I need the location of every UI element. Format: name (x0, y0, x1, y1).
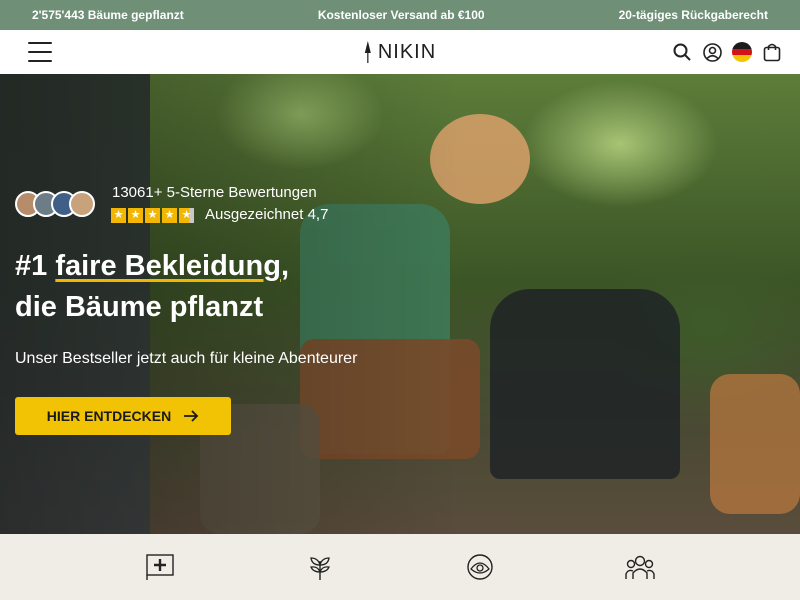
reviewer-avatars (15, 191, 95, 217)
discover-button-label: HIER ENTDECKEN (46, 408, 172, 424)
rating-count: 13061+ 5-Sterne Bewertungen (112, 184, 317, 201)
discover-button[interactable]: HIER ENTDECKEN (15, 397, 231, 435)
eco-label-icon (465, 552, 495, 582)
avatar (69, 191, 95, 217)
site-header: NIKIN (0, 30, 800, 74)
star-icon: ★ (162, 208, 177, 223)
search-icon[interactable] (672, 42, 692, 62)
headline-prefix: #1 (15, 250, 56, 282)
germany-flag-icon[interactable] (732, 42, 752, 62)
headline-line2: die Bäume pflanzt (15, 291, 264, 323)
trees-planted-text: 2'575'443 Bäume gepflanzt (32, 8, 184, 22)
header-actions (672, 42, 782, 62)
free-shipping-text: Kostenloser Versand ab €100 (317, 8, 485, 22)
logo-text: NIKIN (377, 40, 437, 63)
community-icon (625, 552, 655, 582)
rating-stars: ★ ★ ★ ★ ★ (111, 208, 194, 223)
star-icon: ★ (128, 208, 143, 223)
menu-icon[interactable] (28, 42, 52, 62)
cart-icon[interactable] (762, 42, 782, 62)
hero-banner: 13061+ 5-Sterne Bewertungen ★ ★ ★ ★ ★ Au… (0, 74, 800, 534)
hero-subline: Unser Bestseller jetzt auch für kleine A… (15, 350, 358, 367)
headline-suffix: , (280, 250, 290, 282)
announcement-bar: 2'575'443 Bäume gepflanzt Kostenloser Ve… (0, 0, 800, 30)
hero-headline: #1 faire Bekleidung, die Bäume pflanzt (15, 246, 289, 328)
plant-icon (305, 552, 335, 582)
half-star-icon: ★ (179, 208, 194, 223)
swiss-flag-icon (145, 552, 175, 582)
headline-highlight: faire Bekleidung (55, 250, 281, 282)
star-icon: ★ (145, 208, 160, 223)
feature-icons-bar (0, 534, 800, 600)
returns-text: 20-tägiges Rückgaberecht (618, 8, 768, 22)
tree-logo-icon (364, 41, 371, 63)
rating-label: Ausgezeichnet 4,7 (205, 206, 329, 223)
logo[interactable]: NIKIN (364, 41, 436, 64)
hero-photo-figure (490, 289, 680, 479)
account-icon[interactable] (702, 42, 722, 62)
star-icon: ★ (111, 208, 126, 223)
hero-photo-figure (710, 374, 800, 514)
arrow-right-icon (184, 410, 199, 422)
